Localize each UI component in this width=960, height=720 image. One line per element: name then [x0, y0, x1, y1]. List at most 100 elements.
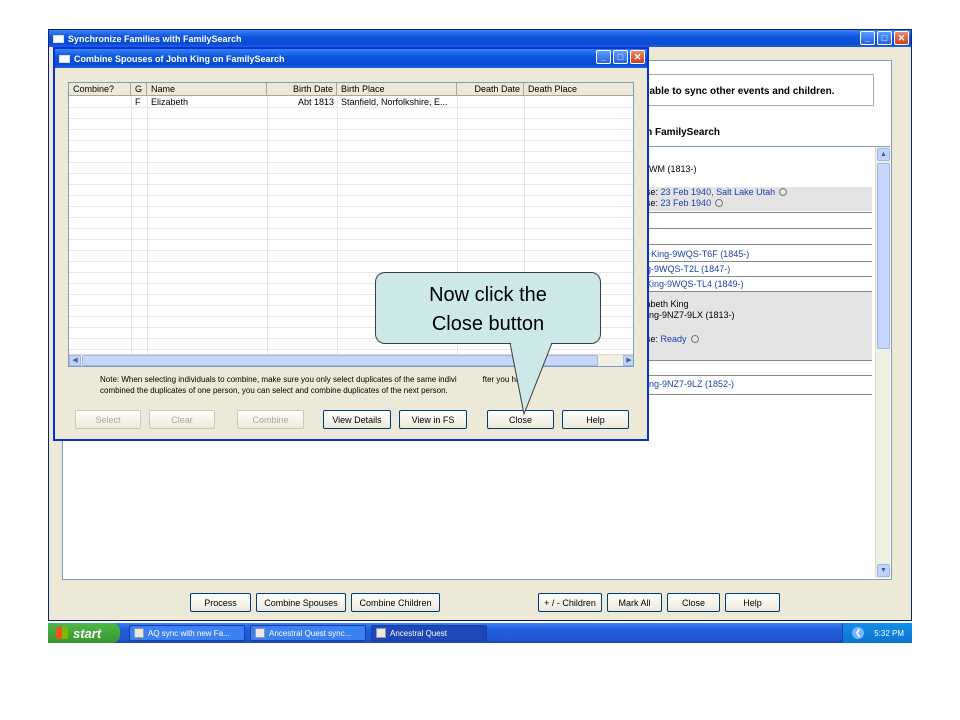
vertical-scrollbar[interactable]: ▲ ▼ — [875, 147, 890, 578]
column-header[interactable]: Birth Date — [267, 83, 337, 96]
taskbar-item[interactable]: AQ sync with new Fa... — [129, 625, 245, 641]
record-line: th — [634, 153, 872, 164]
child-link[interactable]: ng-9WQS-T2L (1847-) — [641, 264, 730, 274]
birth-place-cell: Stanfield, Norfolkshire, E... — [341, 97, 448, 107]
divider — [634, 212, 872, 213]
scroll-thumb[interactable] — [877, 163, 890, 349]
taskbar-item[interactable]: Ancestral Quest sync... — [250, 625, 366, 641]
scroll-down-icon[interactable]: ▼ — [877, 564, 890, 577]
scroll-up-icon[interactable]: ▲ — [877, 148, 890, 161]
taskbar: start AQ sync with new Fa... Ancestral Q… — [48, 623, 912, 643]
close-icon[interactable]: ✕ — [630, 50, 645, 64]
column-header[interactable]: Name — [147, 83, 267, 96]
clear-button[interactable]: Clear — [149, 410, 215, 429]
divider — [634, 394, 872, 395]
process-button[interactable]: Process — [190, 593, 251, 612]
column-header[interactable]: Birth Place — [337, 83, 457, 96]
empty-row — [69, 240, 633, 251]
main-titlebar[interactable]: Synchronize Families with FamilySearch _… — [49, 30, 911, 47]
combine-spouses-button[interactable]: Combine Spouses — [256, 593, 346, 612]
empty-row — [69, 185, 633, 196]
empty-row — [69, 229, 633, 240]
dialog-titlebar[interactable]: Combine Spouses of John King on FamilySe… — [55, 49, 647, 68]
empty-row — [69, 130, 633, 141]
tray-expand-icon[interactable]: ❮ — [852, 627, 865, 639]
column-header[interactable]: G — [131, 83, 147, 96]
start-button[interactable]: start — [48, 623, 120, 643]
restore-icon[interactable]: □ — [877, 31, 892, 45]
presentation-icon — [134, 628, 144, 638]
child-record[interactable]: . King-9WQS-TL4 (1849-) — [634, 279, 872, 290]
divider — [634, 276, 872, 277]
dialog-note: Note: When selecting individuals to comb… — [100, 374, 620, 396]
scroll-thumb[interactable] — [82, 355, 598, 366]
empty-row — [69, 174, 633, 185]
view-details-button[interactable]: View Details — [323, 410, 391, 429]
note-text-line2: combined the duplicates of one person, y… — [100, 386, 448, 395]
record-event-link[interactable]: Ready — [661, 334, 687, 344]
birth-date-cell: Abt 1813 — [297, 97, 334, 107]
column-header[interactable]: Combine? — [69, 83, 131, 96]
start-label: start — [73, 625, 102, 641]
minimize-icon[interactable]: _ — [860, 31, 875, 45]
child-link[interactable]: . King-9WQS-TL4 (1849-) — [641, 279, 744, 289]
close-button[interactable]: Close — [667, 593, 720, 612]
divider — [634, 228, 872, 229]
callout-line: Close button — [431, 313, 545, 335]
taskbar-item-label: Ancestral Quest sync... — [269, 628, 352, 638]
column-divider — [147, 96, 148, 356]
info-text: be able to sync other events and childre… — [635, 86, 835, 97]
app-icon — [376, 628, 386, 638]
column-divider — [267, 96, 268, 356]
note-text-tail: fter you have — [482, 375, 529, 384]
mark-all-button[interactable]: Mark All — [607, 593, 662, 612]
record-events: use: 23 Feb 1940, Salt Lake Utah use: 23… — [634, 187, 872, 211]
taskbar-item-active[interactable]: Ancestral Quest — [371, 625, 487, 641]
dialog-close-button[interactable]: Close — [487, 410, 554, 429]
plus-minus-children-button[interactable]: + / - Children — [538, 593, 602, 612]
grid-header: Combine? G Name Birth Date Birth Place D… — [69, 83, 633, 96]
window-icon — [53, 34, 64, 43]
dialog-help-button[interactable]: Help — [562, 410, 629, 429]
name-cell: Elizabeth — [151, 97, 189, 107]
scroll-left-icon[interactable]: ◀ — [69, 355, 81, 366]
child-record[interactable]: King-9NZ7-9LZ (1852-) — [634, 379, 872, 390]
magnifier-icon[interactable] — [715, 199, 724, 207]
maximize-icon[interactable]: □ — [613, 50, 628, 64]
column-header[interactable]: Death Place — [524, 83, 633, 96]
divider — [634, 375, 872, 376]
column-divider — [131, 96, 132, 356]
close-icon[interactable]: ✕ — [894, 31, 909, 45]
combine-button[interactable]: Combine — [237, 410, 304, 429]
child-link[interactable]: V. King-9WQS-T6F (1845-) — [641, 249, 749, 259]
empty-row — [69, 251, 633, 262]
select-button[interactable]: Select — [75, 410, 141, 429]
empty-row — [69, 141, 633, 152]
scroll-right-icon[interactable]: ▶ — [623, 355, 633, 366]
help-button[interactable]: Help — [725, 593, 780, 612]
column-header[interactable]: Death Date — [457, 83, 524, 96]
record-line: zabeth King — [641, 299, 689, 309]
table-row[interactable]: F Elizabeth Abt 1813 Stanfield, Norfolks… — [69, 97, 633, 108]
clock: 5:32 PM — [874, 628, 904, 638]
empty-row — [69, 119, 633, 130]
view-in-fs-button[interactable]: View in FS — [399, 410, 467, 429]
record-event-link[interactable]: 23 Feb 1940, Salt Lake Utah — [661, 187, 776, 197]
combine-children-button[interactable]: Combine Children — [351, 593, 440, 612]
dialog-window-icon — [59, 54, 70, 63]
main-window-title: Synchronize Families with FamilySearch — [68, 33, 242, 44]
minimize-icon[interactable]: _ — [596, 50, 611, 64]
child-link[interactable]: King-9NZ7-9LZ (1852-) — [641, 379, 734, 389]
record-line: King-9NZ7-9LX (1813-) — [641, 310, 735, 320]
record-event-link[interactable]: 23 Feb 1940 — [661, 198, 712, 208]
record-list: th -9WM (1813-) use: 23 Feb 1940, Salt L… — [634, 146, 890, 578]
empty-row — [69, 196, 633, 207]
horizontal-scrollbar[interactable]: ◀ ▶ — [69, 354, 633, 366]
empty-row — [69, 207, 633, 218]
child-record[interactable]: V. King-9WQS-T6F (1845-) — [634, 249, 872, 260]
magnifier-icon[interactable] — [779, 188, 788, 196]
child-record[interactable]: ng-9WQS-T2L (1847-) — [634, 264, 872, 275]
magnifier-icon[interactable] — [690, 335, 699, 343]
column-divider — [337, 96, 338, 356]
callout-line: Now click the — [429, 284, 547, 306]
